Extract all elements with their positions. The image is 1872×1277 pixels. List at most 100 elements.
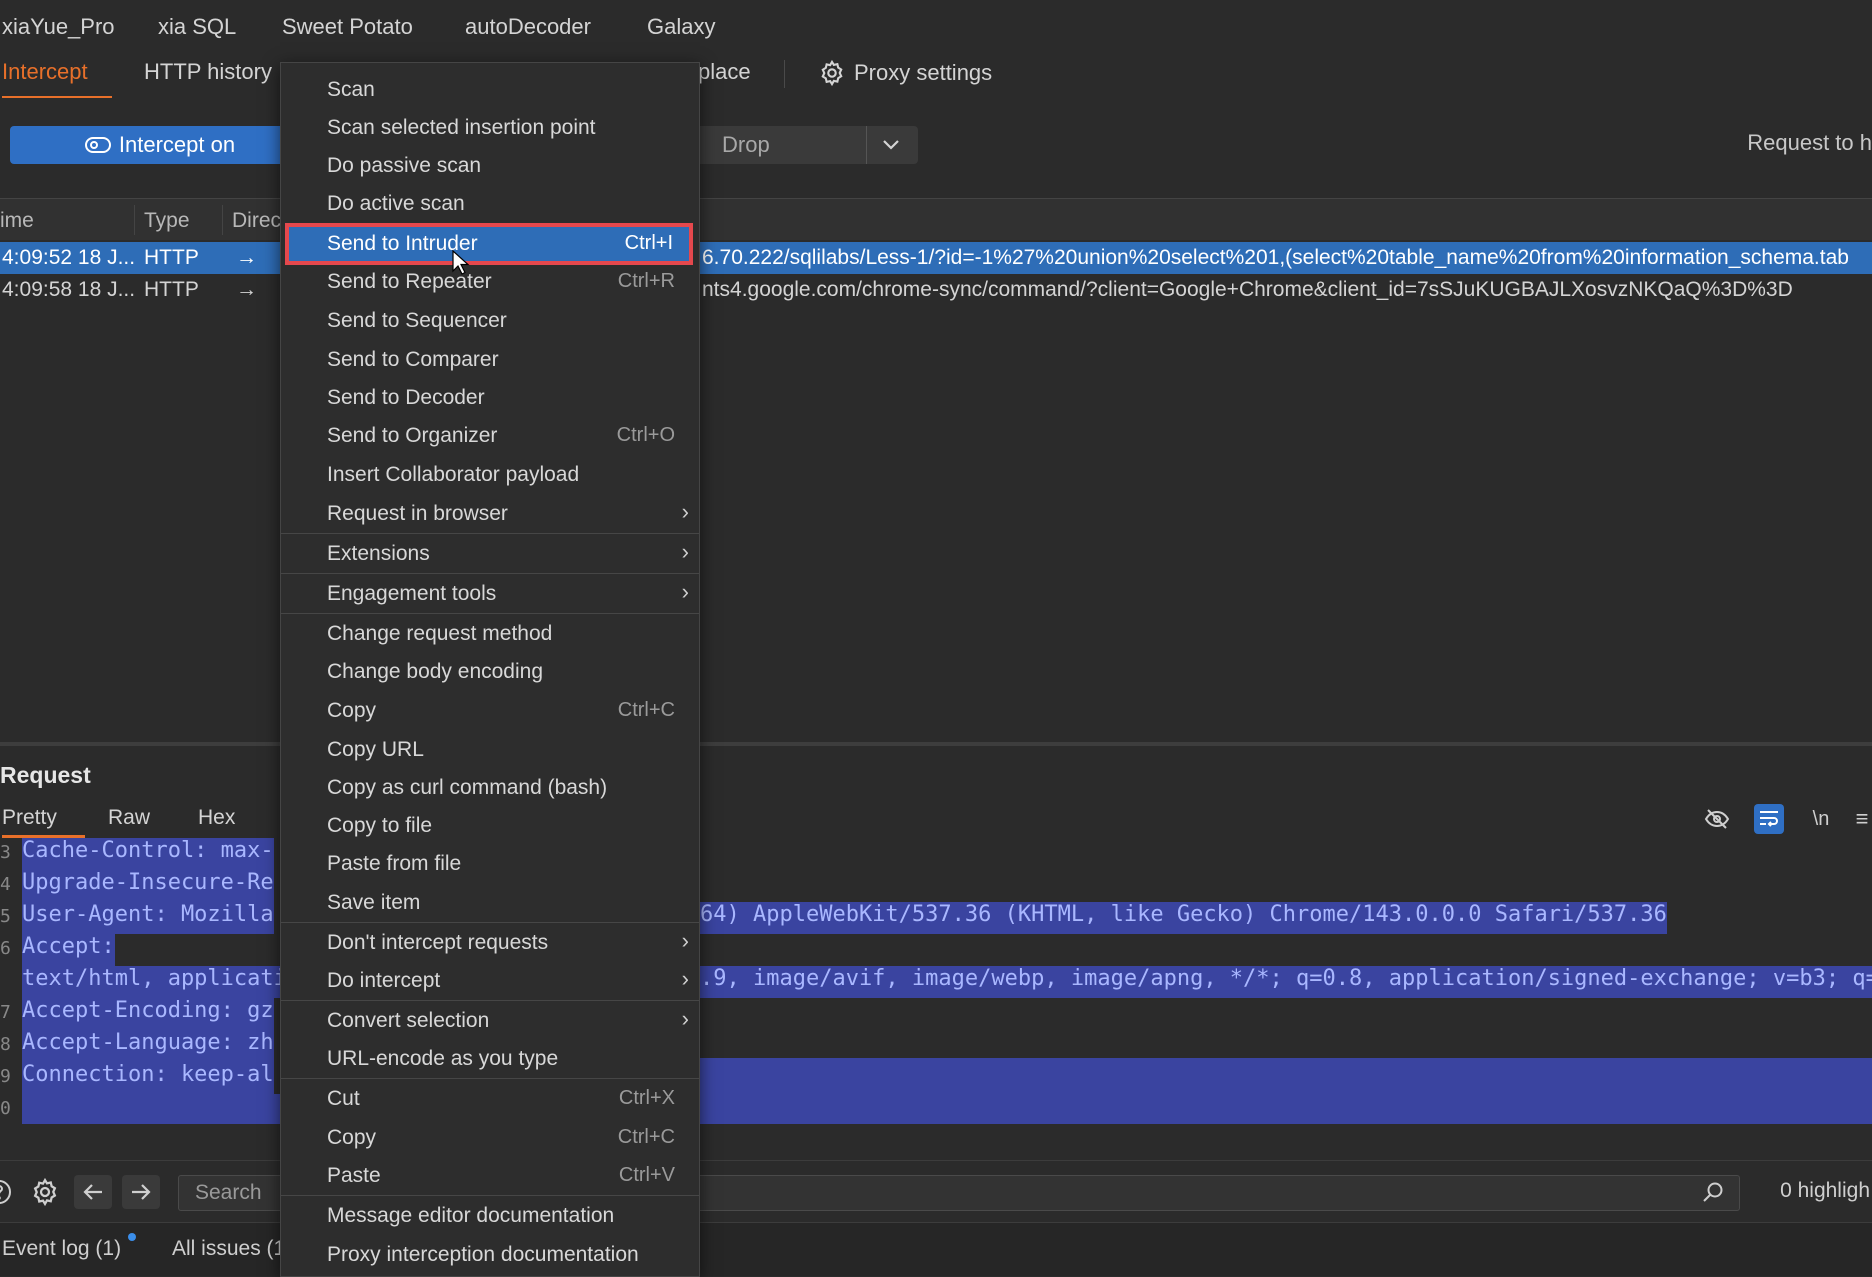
event-log-link[interactable]: Event log (1)	[2, 1237, 121, 1261]
menu-item-label: Scan	[327, 78, 375, 101]
menu-item-send-to-organizer[interactable]: Send to Organizer Ctrl+O	[281, 417, 699, 453]
column-direction[interactable]: Direc	[232, 209, 281, 233]
menu-item-scan[interactable]: Scan	[281, 71, 699, 107]
column-type[interactable]: Type	[144, 209, 190, 233]
extension-tab-bar: xiaYue_Pro xia SQL Sweet Potato autoDeco…	[0, 0, 1872, 53]
menu-item-save-item[interactable]: Save item	[281, 884, 699, 920]
proxy-settings-label: Proxy settings	[854, 60, 993, 85]
request-to-label: Request to h	[1747, 130, 1872, 155]
line-number: 5	[0, 906, 11, 927]
menu-item-paste-from-file[interactable]: Paste from file	[281, 845, 699, 881]
all-issues-link[interactable]: All issues (1	[172, 1237, 285, 1261]
selection-highlight	[700, 1058, 1872, 1124]
menu-item-copy-as-curl[interactable]: Copy as curl command (bash)	[281, 769, 699, 805]
menu-item-shortcut: Ctrl+X	[618, 1087, 675, 1109]
menu-item-copy[interactable]: Copy Ctrl+C	[281, 692, 699, 728]
editor-icon-group: \n ≡	[1702, 802, 1872, 836]
menu-icon[interactable]: ≡	[1856, 804, 1869, 834]
menu-item-send-to-sequencer[interactable]: Send to Sequencer	[281, 302, 699, 338]
menu-item-do-passive-scan[interactable]: Do passive scan	[281, 147, 699, 183]
menu-item-paste[interactable]: Paste Ctrl+V	[281, 1157, 699, 1193]
chevron-right-icon: ›	[681, 539, 689, 564]
menu-item-dont-intercept-requests[interactable]: Don't intercept requests ›	[281, 924, 699, 960]
menu-item-shortcut: Ctrl+O	[616, 424, 675, 446]
highlight-count: 0 highligh	[1780, 1179, 1870, 1202]
tab-hex[interactable]: Hex	[198, 806, 235, 830]
word-wrap-icon[interactable]	[1754, 804, 1784, 834]
menu-item-do-intercept[interactable]: Do intercept ›	[281, 962, 699, 998]
search-icon[interactable]	[1701, 1180, 1725, 1210]
column-time[interactable]: ime	[0, 209, 34, 233]
menu-item-send-to-decoder[interactable]: Send to Decoder	[281, 379, 699, 415]
menu-item-do-active-scan[interactable]: Do active scan	[281, 185, 699, 221]
header-line: Accept-Language: zh	[22, 1030, 274, 1062]
tab-match-replace[interactable]: place	[698, 59, 751, 85]
menu-item-label: Request in browser	[327, 502, 508, 525]
tab-sweet-potato[interactable]: Sweet Potato	[282, 14, 413, 40]
menu-item-label: Scan selected insertion point	[327, 116, 596, 139]
menu-item-message-editor-documentation[interactable]: Message editor documentation	[281, 1197, 699, 1233]
proxy-settings-button[interactable]: Proxy settings	[818, 59, 992, 87]
tab-autodecoder[interactable]: autoDecoder	[465, 14, 591, 40]
menu-item-send-to-comparer[interactable]: Send to Comparer	[281, 341, 699, 377]
gear-icon	[821, 59, 843, 87]
tab-galaxy[interactable]: Galaxy	[647, 14, 715, 40]
drop-button[interactable]: Drop	[696, 126, 918, 164]
menu-item-label: Send to Organizer	[327, 424, 498, 447]
menu-item-shortcut: Ctrl+C	[617, 699, 675, 721]
request-panel-title: Request	[0, 762, 91, 788]
menu-item-label: Insert Collaborator payload	[327, 463, 580, 486]
tab-xiayue-pro[interactable]: xiaYue_Pro	[2, 14, 115, 40]
header-line: User-Agent: Mozilla	[22, 902, 274, 934]
forward-arrow-icon[interactable]	[122, 1175, 160, 1209]
chevron-down-icon[interactable]	[880, 130, 902, 164]
menu-item-proxy-interception-documentation[interactable]: Proxy interception documentation	[281, 1236, 699, 1272]
menu-item-label: Extensions	[327, 542, 430, 565]
menu-item-label: Cut	[327, 1087, 360, 1110]
context-menu: Scan Scan selected insertion point Do pa…	[280, 62, 700, 1277]
menu-item-copy-text[interactable]: Copy Ctrl+C	[281, 1119, 699, 1155]
menu-item-convert-selection[interactable]: Convert selection ›	[281, 1002, 699, 1038]
menu-item-label: Copy URL	[327, 738, 424, 761]
tab-intercept[interactable]: Intercept	[2, 59, 112, 99]
tab-http-history[interactable]: HTTP history	[144, 59, 272, 85]
menu-item-extensions[interactable]: Extensions ›	[281, 535, 699, 571]
menu-item-url-encode-as-you-type[interactable]: URL-encode as you type	[281, 1040, 699, 1076]
menu-item-copy-to-file[interactable]: Copy to file	[281, 807, 699, 843]
mouse-cursor-icon	[452, 250, 470, 275]
menu-item-change-body-encoding[interactable]: Change body encoding	[281, 653, 699, 689]
menu-item-request-in-browser[interactable]: Request in browser ›	[281, 495, 699, 531]
menu-item-send-to-repeater[interactable]: Send to Repeater Ctrl+R	[281, 263, 699, 299]
menu-separator	[281, 1078, 699, 1079]
newline-icon[interactable]: \n	[1806, 804, 1836, 834]
menu-separator	[281, 573, 699, 574]
chevron-right-icon: ›	[681, 1006, 689, 1031]
eye-off-icon[interactable]	[1702, 804, 1732, 834]
column-divider	[222, 205, 223, 235]
header-line-continued: .9, image/avif, image/webp, image/apng, …	[700, 966, 1872, 998]
chevron-right-icon: ›	[681, 966, 689, 991]
gear-icon[interactable]	[26, 1175, 64, 1209]
menu-item-scan-selected-insertion-point[interactable]: Scan selected insertion point	[281, 109, 699, 145]
menu-item-send-to-intruder[interactable]: Send to Intruder Ctrl+I	[285, 223, 693, 265]
menu-item-shortcut: Ctrl+C	[617, 1126, 675, 1148]
tab-pretty[interactable]: Pretty	[2, 806, 85, 838]
menu-item-copy-url[interactable]: Copy URL	[281, 731, 699, 767]
header-line-continued: 64) AppleWebKit/537.36 (KHTML, like Geck…	[700, 902, 1667, 934]
tab-raw[interactable]: Raw	[108, 806, 150, 830]
back-arrow-icon[interactable]	[74, 1175, 112, 1209]
line-number: 9	[0, 1066, 11, 1087]
menu-item-cut[interactable]: Cut Ctrl+X	[281, 1080, 699, 1116]
menu-separator	[281, 1000, 699, 1001]
drop-split	[866, 126, 867, 164]
chevron-right-icon: ›	[681, 499, 689, 524]
row-url: nts4.google.com/chrome-sync/command/?cli…	[702, 278, 1793, 301]
menu-item-insert-collaborator-payload[interactable]: Insert Collaborator payload	[281, 456, 699, 492]
menu-separator	[281, 533, 699, 534]
tab-xia-sql[interactable]: xia SQL	[158, 14, 236, 40]
menu-item-engagement-tools[interactable]: Engagement tools ›	[281, 575, 699, 611]
menu-item-label: Send to Sequencer	[327, 309, 507, 332]
menu-item-change-request-method[interactable]: Change request method	[281, 615, 699, 651]
intercept-toggle-button[interactable]: Intercept on	[10, 126, 310, 164]
help-icon[interactable]	[0, 1175, 18, 1209]
